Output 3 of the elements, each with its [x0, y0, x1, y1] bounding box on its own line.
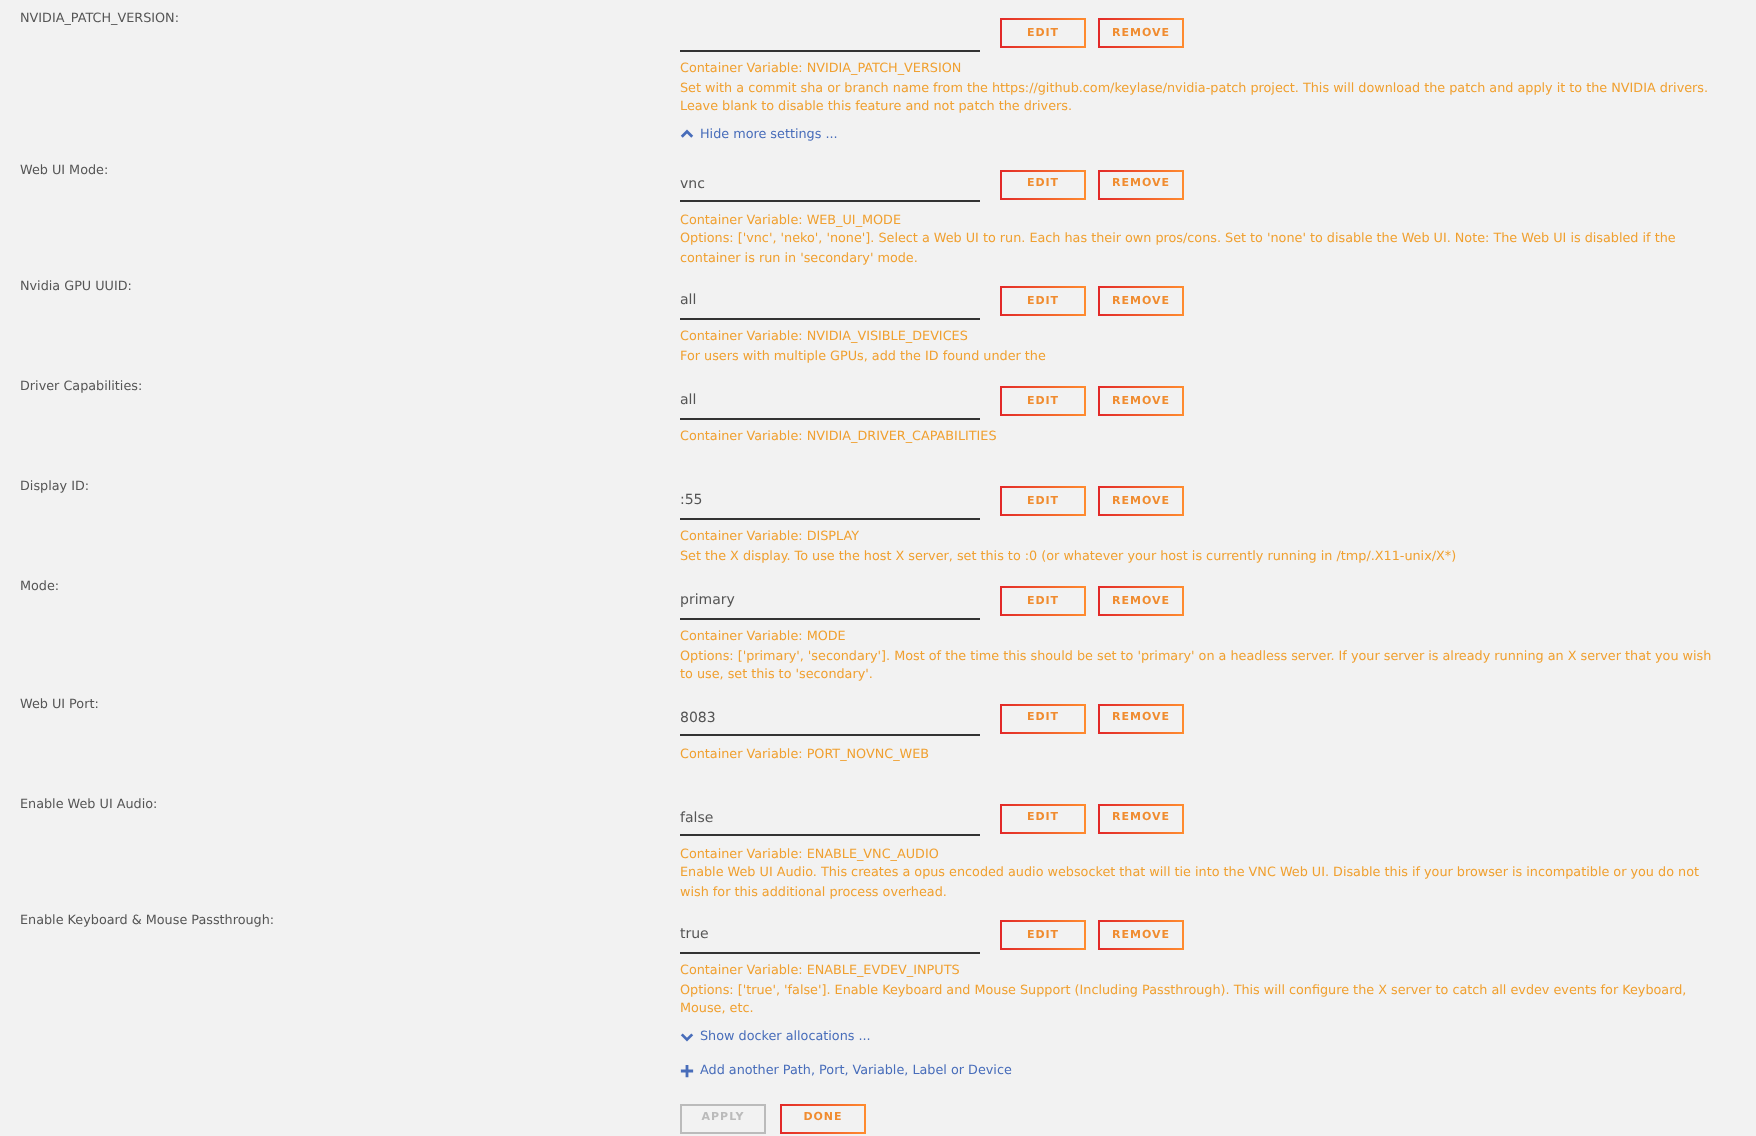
chevron-down-icon: [680, 1029, 694, 1043]
chevron-up-icon: [680, 127, 694, 141]
plus-icon: [680, 1063, 694, 1077]
